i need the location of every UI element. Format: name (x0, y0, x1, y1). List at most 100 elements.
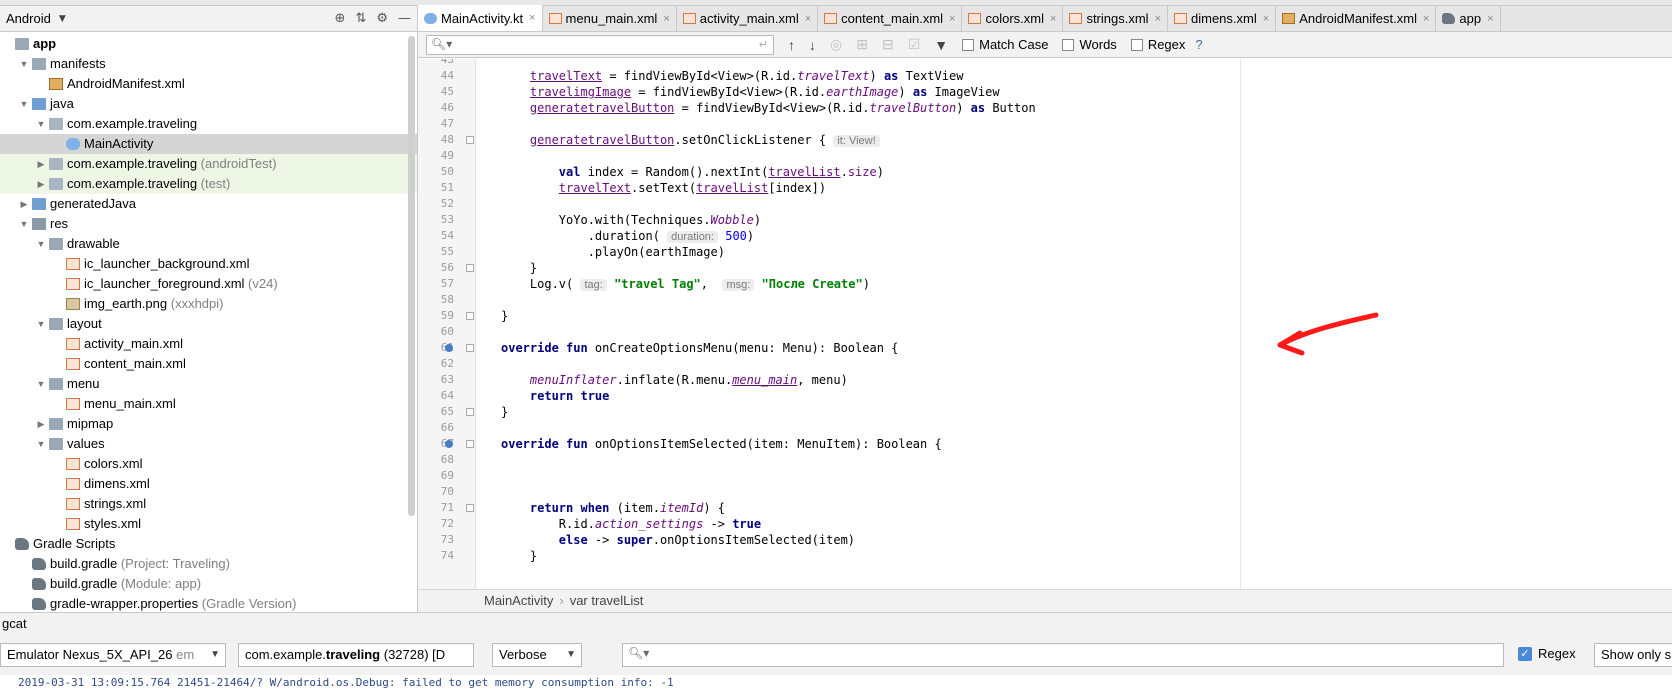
editor-tab[interactable]: menu_main.xml × (543, 6, 677, 31)
tree-item[interactable]: app (0, 34, 417, 54)
add-selection-icon[interactable]: ⊞ (856, 36, 868, 53)
help-icon[interactable]: ? (1195, 37, 1202, 52)
fold-icon[interactable] (466, 504, 474, 512)
log-level-selector[interactable]: Verbose ▼ (492, 643, 582, 667)
expanded-arrow-icon[interactable]: ▼ (36, 234, 46, 254)
tree-item[interactable]: ▶ mipmap (0, 414, 417, 434)
close-icon[interactable]: × (529, 12, 535, 24)
editor-tab[interactable]: content_main.xml × (818, 6, 963, 31)
fold-icon[interactable] (466, 136, 474, 144)
tree-item[interactable]: AndroidManifest.xml (0, 74, 417, 94)
close-icon[interactable]: × (1487, 13, 1493, 25)
match-case-checkbox[interactable]: Match Case (962, 37, 1048, 52)
close-icon[interactable]: × (663, 13, 669, 25)
logcat-search-input[interactable]: 🔍︎▾ (622, 643, 1504, 667)
chevron-down-icon[interactable]: ▼ (59, 14, 66, 24)
tree-item[interactable]: ▶ com.example.traveling (androidTest) (0, 154, 417, 174)
expanded-arrow-icon[interactable]: ▼ (36, 314, 46, 334)
fold-icon[interactable] (466, 440, 474, 448)
tree-item[interactable]: ic_launcher_background.xml (0, 254, 417, 274)
editor-tab[interactable]: MainActivity.kt × (418, 5, 543, 31)
tree-item[interactable]: build.gradle (Module: app) (0, 574, 417, 594)
minimize-icon[interactable]: — (398, 11, 411, 26)
remove-selection-icon[interactable]: ⊟ (882, 36, 894, 53)
filter-icon[interactable]: ▼ (934, 37, 948, 53)
breadcrumb-class[interactable]: MainActivity (484, 593, 553, 608)
close-icon[interactable]: × (1263, 13, 1269, 25)
tree-item[interactable]: colors.xml (0, 454, 417, 474)
breadcrumb-member[interactable]: var travelList (570, 593, 644, 608)
tree-item[interactable]: ▶ generatedJava (0, 194, 417, 214)
tree-item[interactable]: strings.xml (0, 494, 417, 514)
tab-label: menu_main.xml (565, 11, 658, 26)
tree-item[interactable]: ▼ layout (0, 314, 417, 334)
override-icon[interactable] (445, 344, 453, 352)
find-input[interactable]: 🔍︎▾ ↵ (426, 34, 774, 55)
editor-tab[interactable]: activity_main.xml × (677, 6, 819, 31)
tree-item[interactable]: ▼ java (0, 94, 417, 114)
words-checkbox[interactable]: Words (1062, 37, 1117, 52)
collapsed-arrow-icon[interactable]: ▶ (19, 194, 29, 214)
close-icon[interactable]: × (949, 13, 955, 25)
collapse-all-icon[interactable]: ⇅ (355, 11, 366, 26)
tree-item[interactable]: styles.xml (0, 514, 417, 534)
tree-item[interactable]: menu_main.xml (0, 394, 417, 414)
tree-item[interactable]: dimens.xml (0, 474, 417, 494)
locate-icon[interactable]: ⊕ (335, 11, 346, 26)
tree-item[interactable]: ▶ com.example.traveling (test) (0, 174, 417, 194)
tree-item[interactable]: ▼ drawable (0, 234, 417, 254)
tree-item[interactable]: ▼ manifests (0, 54, 417, 74)
code-editor[interactable]: 43 44 travelText = findViewById<View>(R.i… (418, 59, 1672, 589)
fold-icon[interactable] (466, 312, 474, 320)
device-selector[interactable]: Emulator Nexus_5X_API_26 em ▼ (0, 643, 226, 667)
expanded-arrow-icon[interactable]: ▼ (19, 94, 29, 114)
tree-item[interactable]: ▼ com.example.traveling (0, 114, 417, 134)
gear-icon[interactable]: ⚙ (376, 11, 388, 26)
fold-icon[interactable] (466, 344, 474, 352)
editor-tab[interactable]: app × (1436, 6, 1501, 31)
expanded-arrow-icon[interactable]: ▼ (19, 214, 29, 234)
tree-item[interactable]: build.gradle (Project: Traveling) (0, 554, 417, 574)
project-view-selector[interactable]: Android (6, 11, 51, 26)
expanded-arrow-icon[interactable]: ▼ (36, 114, 46, 134)
editor-tab[interactable]: dimens.xml × (1168, 6, 1277, 31)
expanded-arrow-icon[interactable]: ▼ (19, 54, 29, 74)
override-icon[interactable] (445, 440, 453, 448)
editor-tab[interactable]: strings.xml × (1063, 6, 1168, 31)
search-icon[interactable]: 🔍︎▾ (431, 37, 452, 51)
select-all-icon[interactable]: ☑ (908, 36, 921, 53)
previous-occurrence-icon[interactable]: ↑ (788, 37, 795, 53)
fold-icon[interactable] (466, 264, 474, 272)
tree-item[interactable]: ▼ res (0, 214, 417, 234)
fold-icon[interactable] (466, 408, 474, 416)
logcat-regex-checkbox[interactable]: ✓ Regex (1518, 646, 1576, 661)
expanded-arrow-icon[interactable]: ▼ (36, 434, 46, 454)
code-text: generatetravelButton = findViewById<View… (529, 101, 1036, 115)
tree-item[interactable]: MainActivity (0, 134, 417, 154)
find-all-icon[interactable]: ◎ (830, 36, 842, 53)
close-icon[interactable]: × (805, 13, 811, 25)
tree-item[interactable]: ▼ values (0, 434, 417, 454)
tree-item[interactable]: Gradle Scripts (0, 534, 417, 554)
tree-item[interactable]: content_main.xml (0, 354, 417, 374)
folder-icon (15, 38, 29, 50)
tree-item[interactable]: ▼ menu (0, 374, 417, 394)
tree-item[interactable]: activity_main.xml (0, 334, 417, 354)
tree-item[interactable]: gradle-wrapper.properties (Gradle Versio… (0, 594, 417, 614)
project-scrollbar[interactable] (408, 36, 415, 516)
tree-item[interactable]: img_earth.png (xxxhdpi) (0, 294, 417, 314)
collapsed-arrow-icon[interactable]: ▶ (36, 414, 46, 434)
close-icon[interactable]: × (1423, 13, 1429, 25)
process-selector[interactable]: com.example.traveling (32728) [D (238, 643, 474, 667)
expanded-arrow-icon[interactable]: ▼ (36, 374, 46, 394)
show-only-selector[interactable]: Show only s (1594, 643, 1672, 667)
editor-tab[interactable]: AndroidManifest.xml × (1276, 6, 1437, 31)
collapsed-arrow-icon[interactable]: ▶ (36, 174, 46, 194)
editor-tab[interactable]: colors.xml × (962, 6, 1064, 31)
close-icon[interactable]: × (1155, 13, 1161, 25)
next-occurrence-icon[interactable]: ↓ (809, 37, 816, 53)
close-icon[interactable]: × (1050, 13, 1056, 25)
tree-item[interactable]: ic_launcher_foreground.xml (v24) (0, 274, 417, 294)
regex-checkbox[interactable]: Regex (1130, 37, 1185, 52)
collapsed-arrow-icon[interactable]: ▶ (36, 154, 46, 174)
